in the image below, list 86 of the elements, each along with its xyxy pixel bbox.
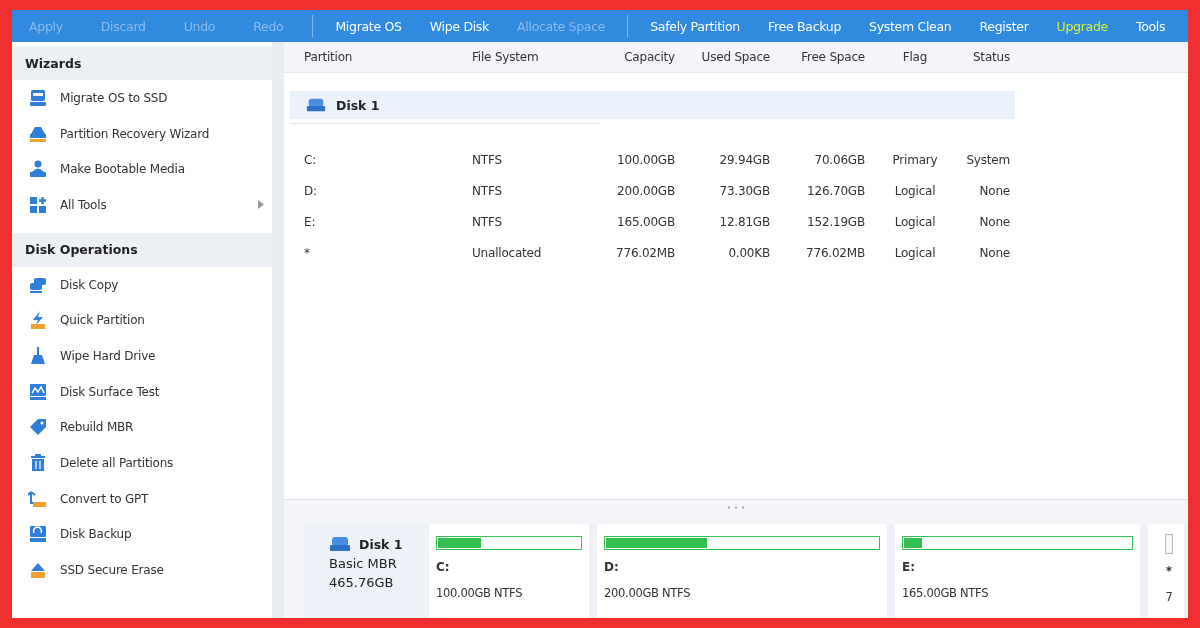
toolbar-button[interactable]: System Clean bbox=[855, 10, 966, 42]
sidebar-item[interactable]: All Tools bbox=[12, 187, 272, 223]
sidebar-item[interactable]: Partition Recovery Wizard bbox=[12, 115, 272, 152]
toolbar-button[interactable]: Free Backup bbox=[754, 10, 856, 42]
sidebar-item[interactable]: Make Bootable Media bbox=[12, 151, 272, 188]
sidebar-item[interactable]: Migrate OS to SSD bbox=[12, 80, 272, 116]
table-cell-text: 776.02MB bbox=[615, 245, 675, 260]
partition-block[interactable]: C: 100.00GB NTFS bbox=[429, 524, 589, 618]
table-cell-text: Unallocated bbox=[472, 245, 543, 260]
partition-info: 7 bbox=[1165, 590, 1173, 604]
table-cell-text: E: bbox=[304, 214, 317, 229]
table-cell: System bbox=[965, 152, 1010, 167]
sidebar-item[interactable]: Quick Partition bbox=[12, 302, 272, 339]
disk-icon bbox=[329, 536, 351, 552]
sidebar-item[interactable]: Disk Backup bbox=[12, 516, 272, 553]
table-cell-text: 73.30GB bbox=[718, 183, 770, 198]
backup-icon bbox=[28, 524, 48, 545]
sidebar-item[interactable]: Wipe Hard Drive bbox=[12, 338, 272, 374]
table-cell-text: 776.02MB bbox=[805, 245, 865, 260]
column-header[interactable]: Free Space bbox=[770, 50, 865, 64]
toolbar-button[interactable]: Wipe Disk bbox=[415, 10, 504, 42]
partition-letter: E: bbox=[902, 560, 916, 574]
lightning-icon bbox=[28, 310, 48, 331]
table-cell-text: 29.94GB bbox=[718, 152, 770, 167]
table-cell-text: None bbox=[978, 183, 1010, 198]
grid-icon bbox=[28, 194, 48, 215]
table-cell-text: Logical bbox=[893, 183, 937, 198]
partition-letter: * bbox=[1165, 564, 1173, 578]
table-cell-text: D: bbox=[304, 183, 318, 198]
tag-icon bbox=[28, 417, 48, 438]
toolbar-button[interactable]: Migrate OS bbox=[321, 10, 416, 42]
column-header[interactable]: Flag bbox=[865, 50, 965, 64]
table-cell-text: None bbox=[978, 214, 1010, 229]
column-header[interactable]: Partition bbox=[304, 50, 472, 64]
table-cell-text: NTFS bbox=[472, 183, 503, 198]
table-cell-text: 0.00KB bbox=[727, 245, 770, 260]
table-cell-text: 152.19GB bbox=[806, 214, 865, 229]
unallocated-block[interactable]: * 7 bbox=[1148, 524, 1184, 618]
table-cell-text: NTFS bbox=[472, 152, 503, 167]
usage-bar bbox=[1165, 534, 1173, 554]
column-header[interactable]: Capacity bbox=[592, 50, 675, 64]
partition-info: 200.00GB NTFS bbox=[604, 586, 692, 600]
table-cell-text: NTFS bbox=[472, 214, 503, 229]
chart-drive-icon bbox=[28, 381, 48, 402]
table-cell-text: C: bbox=[304, 152, 318, 167]
table-cell-text: Primary bbox=[891, 152, 939, 167]
monitor-icon bbox=[28, 87, 48, 108]
broom-icon bbox=[28, 345, 48, 366]
table-cell-text: Logical bbox=[893, 245, 937, 260]
disk-icon bbox=[306, 98, 326, 112]
toolbar-button[interactable]: Register bbox=[965, 10, 1043, 42]
sidebar-item[interactable]: Rebuild MBR bbox=[12, 409, 272, 446]
partition-letter: D: bbox=[604, 560, 620, 574]
sidebar-item[interactable]: Disk Surface Test bbox=[12, 373, 272, 410]
partition-info: 165.00GB NTFS bbox=[902, 586, 990, 600]
partition-block[interactable]: E: 165.00GB NTFS bbox=[895, 524, 1140, 618]
table-cell-text: 100.00GB bbox=[616, 152, 675, 167]
column-header[interactable]: Used Space bbox=[675, 50, 770, 64]
convert-icon bbox=[28, 488, 48, 509]
column-header[interactable]: Status bbox=[965, 50, 1010, 64]
disk-row[interactable]: Disk 1 bbox=[290, 91, 1015, 119]
table-cell-text: 165.00GB bbox=[616, 214, 675, 229]
table-cell-text: Logical bbox=[893, 214, 937, 229]
section-header: Disk Operations bbox=[12, 232, 272, 267]
sidebar-item[interactable]: Delete all Partitions bbox=[12, 445, 272, 481]
disk-size: 465.76GB bbox=[329, 575, 395, 590]
toolbar-button[interactable]: Tools bbox=[1121, 10, 1180, 42]
toolbar-button[interactable]: Safely Partition bbox=[636, 10, 754, 42]
column-header[interactable]: File System bbox=[472, 50, 592, 64]
partition-block[interactable]: D: 200.00GB NTFS bbox=[597, 524, 887, 618]
disk-name: Disk 1 bbox=[359, 536, 403, 552]
table-cell-text: None bbox=[978, 245, 1010, 260]
partition-info: 100.00GB NTFS bbox=[436, 586, 524, 600]
table-cell-text: 126.70GB bbox=[806, 183, 865, 198]
table-cell-text: 70.06GB bbox=[813, 152, 865, 167]
table-cell-text: * bbox=[304, 245, 311, 260]
table-cell-text: 12.81GB bbox=[718, 214, 770, 229]
section-header: Wizards bbox=[12, 46, 272, 80]
table-cell-text: 200.00GB bbox=[616, 183, 675, 198]
trash-icon bbox=[28, 453, 48, 474]
sidebar-item[interactable]: Disk Copy bbox=[12, 266, 272, 303]
sidebar-item[interactable]: Convert to GPT bbox=[12, 480, 272, 517]
disk-type: Basic MBR bbox=[329, 556, 398, 571]
sidebar-item[interactable]: SSD Secure Erase bbox=[12, 552, 272, 588]
partition-letter: C: bbox=[436, 560, 451, 574]
person-icon bbox=[28, 159, 48, 180]
